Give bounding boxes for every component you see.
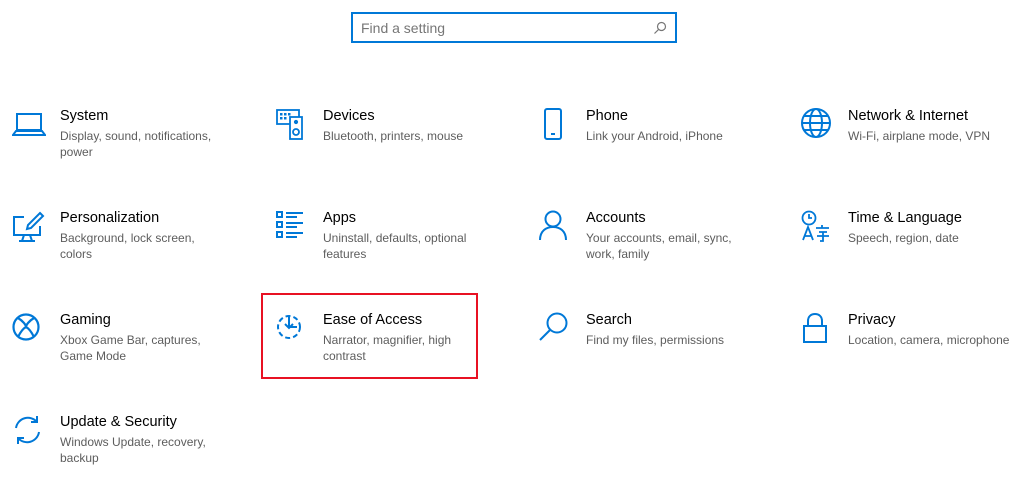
tile-description: Speech, region, date xyxy=(848,231,959,245)
tile-title: Network & Internet xyxy=(848,108,969,124)
search-icon xyxy=(538,312,572,346)
tile-description: Your accounts, email, sync, work, family xyxy=(586,231,732,261)
tile-search[interactable]: Search Find my files, permissions xyxy=(538,312,756,386)
tile-title: Gaming xyxy=(60,312,111,328)
tile-title: Devices xyxy=(323,108,375,124)
tile-title: Phone xyxy=(586,108,628,124)
time-language-icon xyxy=(800,210,834,244)
search-icon[interactable] xyxy=(652,20,668,36)
apps-list-icon xyxy=(275,210,309,244)
tile-title: Accounts xyxy=(586,210,646,226)
ease-of-access-icon xyxy=(275,312,309,346)
search-box[interactable] xyxy=(351,12,677,43)
tile-description: Background, lock screen, colors xyxy=(60,231,195,261)
tile-privacy[interactable]: Privacy Location, camera, microphone xyxy=(800,312,1018,386)
devices-icon xyxy=(275,108,309,142)
tile-description: Uninstall, defaults, optional features xyxy=(323,231,467,261)
tile-description: Narrator, magnifier, high contrast xyxy=(323,333,452,363)
tile-gaming[interactable]: Gaming Xbox Game Bar, captures, Game Mod… xyxy=(12,312,230,386)
phone-icon xyxy=(538,108,572,142)
tile-description: Xbox Game Bar, captures, Game Mode xyxy=(60,333,201,363)
laptop-icon xyxy=(12,108,46,142)
tile-system[interactable]: System Display, sound, notifications, po… xyxy=(12,108,230,182)
tile-personalization[interactable]: Personalization Background, lock screen,… xyxy=(12,210,230,284)
tile-title: Update & Security xyxy=(60,414,177,430)
globe-icon xyxy=(800,108,834,142)
xbox-icon xyxy=(12,312,46,346)
lock-icon xyxy=(800,312,834,346)
tile-devices[interactable]: Devices Bluetooth, printers, mouse xyxy=(275,108,493,182)
tile-accounts[interactable]: Accounts Your accounts, email, sync, wor… xyxy=(538,210,756,284)
sync-icon xyxy=(12,414,46,448)
tile-title: Privacy xyxy=(848,312,896,328)
tile-description: Wi-Fi, airplane mode, VPN xyxy=(848,129,991,143)
tile-title: Search xyxy=(586,312,632,328)
tile-phone[interactable]: Phone Link your Android, iPhone xyxy=(538,108,756,182)
tile-description: Link your Android, iPhone xyxy=(586,129,723,143)
tile-apps[interactable]: Apps Uninstall, defaults, optional featu… xyxy=(275,210,493,284)
tile-time-language[interactable]: Time & Language Speech, region, date xyxy=(800,210,1018,284)
paint-brush-icon xyxy=(12,210,46,244)
tile-description: Bluetooth, printers, mouse xyxy=(323,129,464,143)
tile-description: Display, sound, notifications, power xyxy=(60,129,212,159)
tile-network-internet[interactable]: Network & Internet Wi-Fi, airplane mode,… xyxy=(800,108,1018,182)
tile-description: Location, camera, microphone xyxy=(848,333,1010,347)
search-input[interactable] xyxy=(361,18,641,38)
tile-title: Ease of Access xyxy=(323,312,423,328)
tile-title: Personalization xyxy=(60,210,160,226)
person-icon xyxy=(538,210,572,244)
tile-description: Windows Update, recovery, backup xyxy=(60,435,206,465)
tile-ease-of-access[interactable]: Ease of Access Narrator, magnifier, high… xyxy=(275,312,493,386)
tile-description: Find my files, permissions xyxy=(586,333,725,347)
tile-title: Apps xyxy=(323,210,357,226)
tile-title: System xyxy=(60,108,109,124)
tile-title: Time & Language xyxy=(848,210,962,226)
